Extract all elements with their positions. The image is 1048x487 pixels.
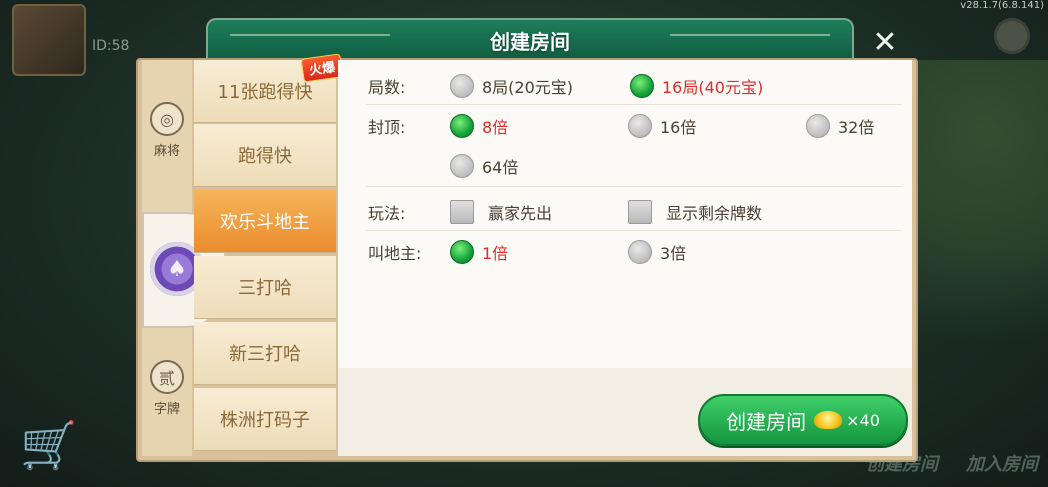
game-item[interactable]: 跑得快: [194, 124, 336, 187]
divider: [366, 230, 902, 231]
radio-icon: [628, 240, 652, 264]
game-list: 11张跑得快 火爆 跑得快 欢乐斗地主 三打哈 新三打哈 株洲打码子: [194, 53, 344, 456]
radio-icon: [450, 154, 474, 178]
play-label: 玩法:: [368, 204, 406, 223]
game-item[interactable]: 三打哈: [194, 256, 336, 319]
majiang-icon: ◎: [150, 102, 184, 136]
divider: [366, 104, 902, 105]
check-winner-first[interactable]: 赢家先出: [450, 200, 552, 224]
cap-option-16[interactable]: 16倍: [628, 114, 696, 138]
radio-selected-icon: [630, 74, 654, 98]
game-label: 新三打哈: [229, 344, 301, 365]
radio-selected-icon: [450, 114, 474, 138]
game-label: 株洲打码子: [220, 410, 310, 431]
game-label: 三打哈: [238, 278, 292, 299]
game-item[interactable]: 新三打哈: [194, 322, 336, 385]
create-room-label: 创建房间: [726, 409, 807, 434]
checkbox-icon: [450, 200, 474, 224]
radio-icon: [806, 114, 830, 138]
create-room-dialog: 创建房间 ✕ ◎ 麻将 ♠ 贰 字牌 11张跑得快 火爆 跑得快 欢乐斗地主 三…: [134, 18, 918, 462]
bg-join-room: 加入房间: [966, 454, 1038, 475]
call-option-3[interactable]: 3倍: [628, 240, 686, 264]
gear-icon: [994, 18, 1030, 54]
game-label: 跑得快: [238, 146, 292, 167]
cap-option-64[interactable]: 64倍: [450, 154, 518, 178]
rounds-option-8[interactable]: 8局(20元宝): [450, 74, 573, 98]
create-room-button[interactable]: 创建房间 ×40: [698, 394, 908, 446]
category-label: 字牌: [153, 402, 180, 417]
zipai-icon: 贰: [150, 360, 184, 394]
close-button[interactable]: ✕: [868, 26, 902, 60]
category-majiang[interactable]: ◎ 麻将: [142, 102, 192, 159]
category-label: 麻将: [153, 144, 180, 159]
game-item[interactable]: 株洲打码子: [194, 388, 336, 451]
call-label: 叫地主:: [368, 244, 422, 263]
check-show-remaining[interactable]: 显示剩余牌数: [628, 200, 762, 224]
cap-option-8[interactable]: 8倍: [450, 114, 508, 138]
game-item[interactable]: 11张跑得快 火爆: [194, 53, 344, 123]
cap-option-32[interactable]: 32倍: [806, 114, 874, 138]
call-option-1[interactable]: 1倍: [450, 240, 508, 264]
game-label: 欢乐斗地主: [220, 212, 310, 233]
options-panel: 局数: 8局(20元宝) 16局(40元宝) 封顶: 8倍 16倍 32倍 64…: [338, 60, 912, 456]
rounds-label: 局数:: [368, 78, 406, 97]
game-item-active[interactable]: 欢乐斗地主: [194, 190, 336, 253]
user-id: ID:58: [92, 38, 130, 54]
game-label: 11张跑得快: [217, 82, 313, 103]
avatar: [12, 4, 86, 76]
version-label: v28.1.7(6.8.141): [960, 0, 1044, 11]
divider: [366, 186, 902, 187]
category-rail: ◎ 麻将 ♠ 贰 字牌: [142, 60, 226, 456]
rounds-option-16[interactable]: 16局(40元宝): [630, 74, 763, 98]
cart-icon: 🛒: [20, 418, 78, 472]
cost-label: ×40: [846, 410, 880, 430]
category-zipai[interactable]: 贰 字牌: [142, 360, 192, 417]
cap-label: 封顶:: [368, 118, 406, 137]
radio-icon: [450, 74, 474, 98]
checkbox-icon: [628, 200, 652, 224]
radio-selected-icon: [450, 240, 474, 264]
gold-ingot-icon: [814, 411, 843, 429]
background-trees: [898, 60, 1048, 420]
radio-icon: [628, 114, 652, 138]
dialog-title: 创建房间: [490, 30, 570, 54]
dialog-body: ◎ 麻将 ♠ 贰 字牌 11张跑得快 火爆 跑得快 欢乐斗地主 三打哈 新三打哈…: [136, 53, 918, 462]
